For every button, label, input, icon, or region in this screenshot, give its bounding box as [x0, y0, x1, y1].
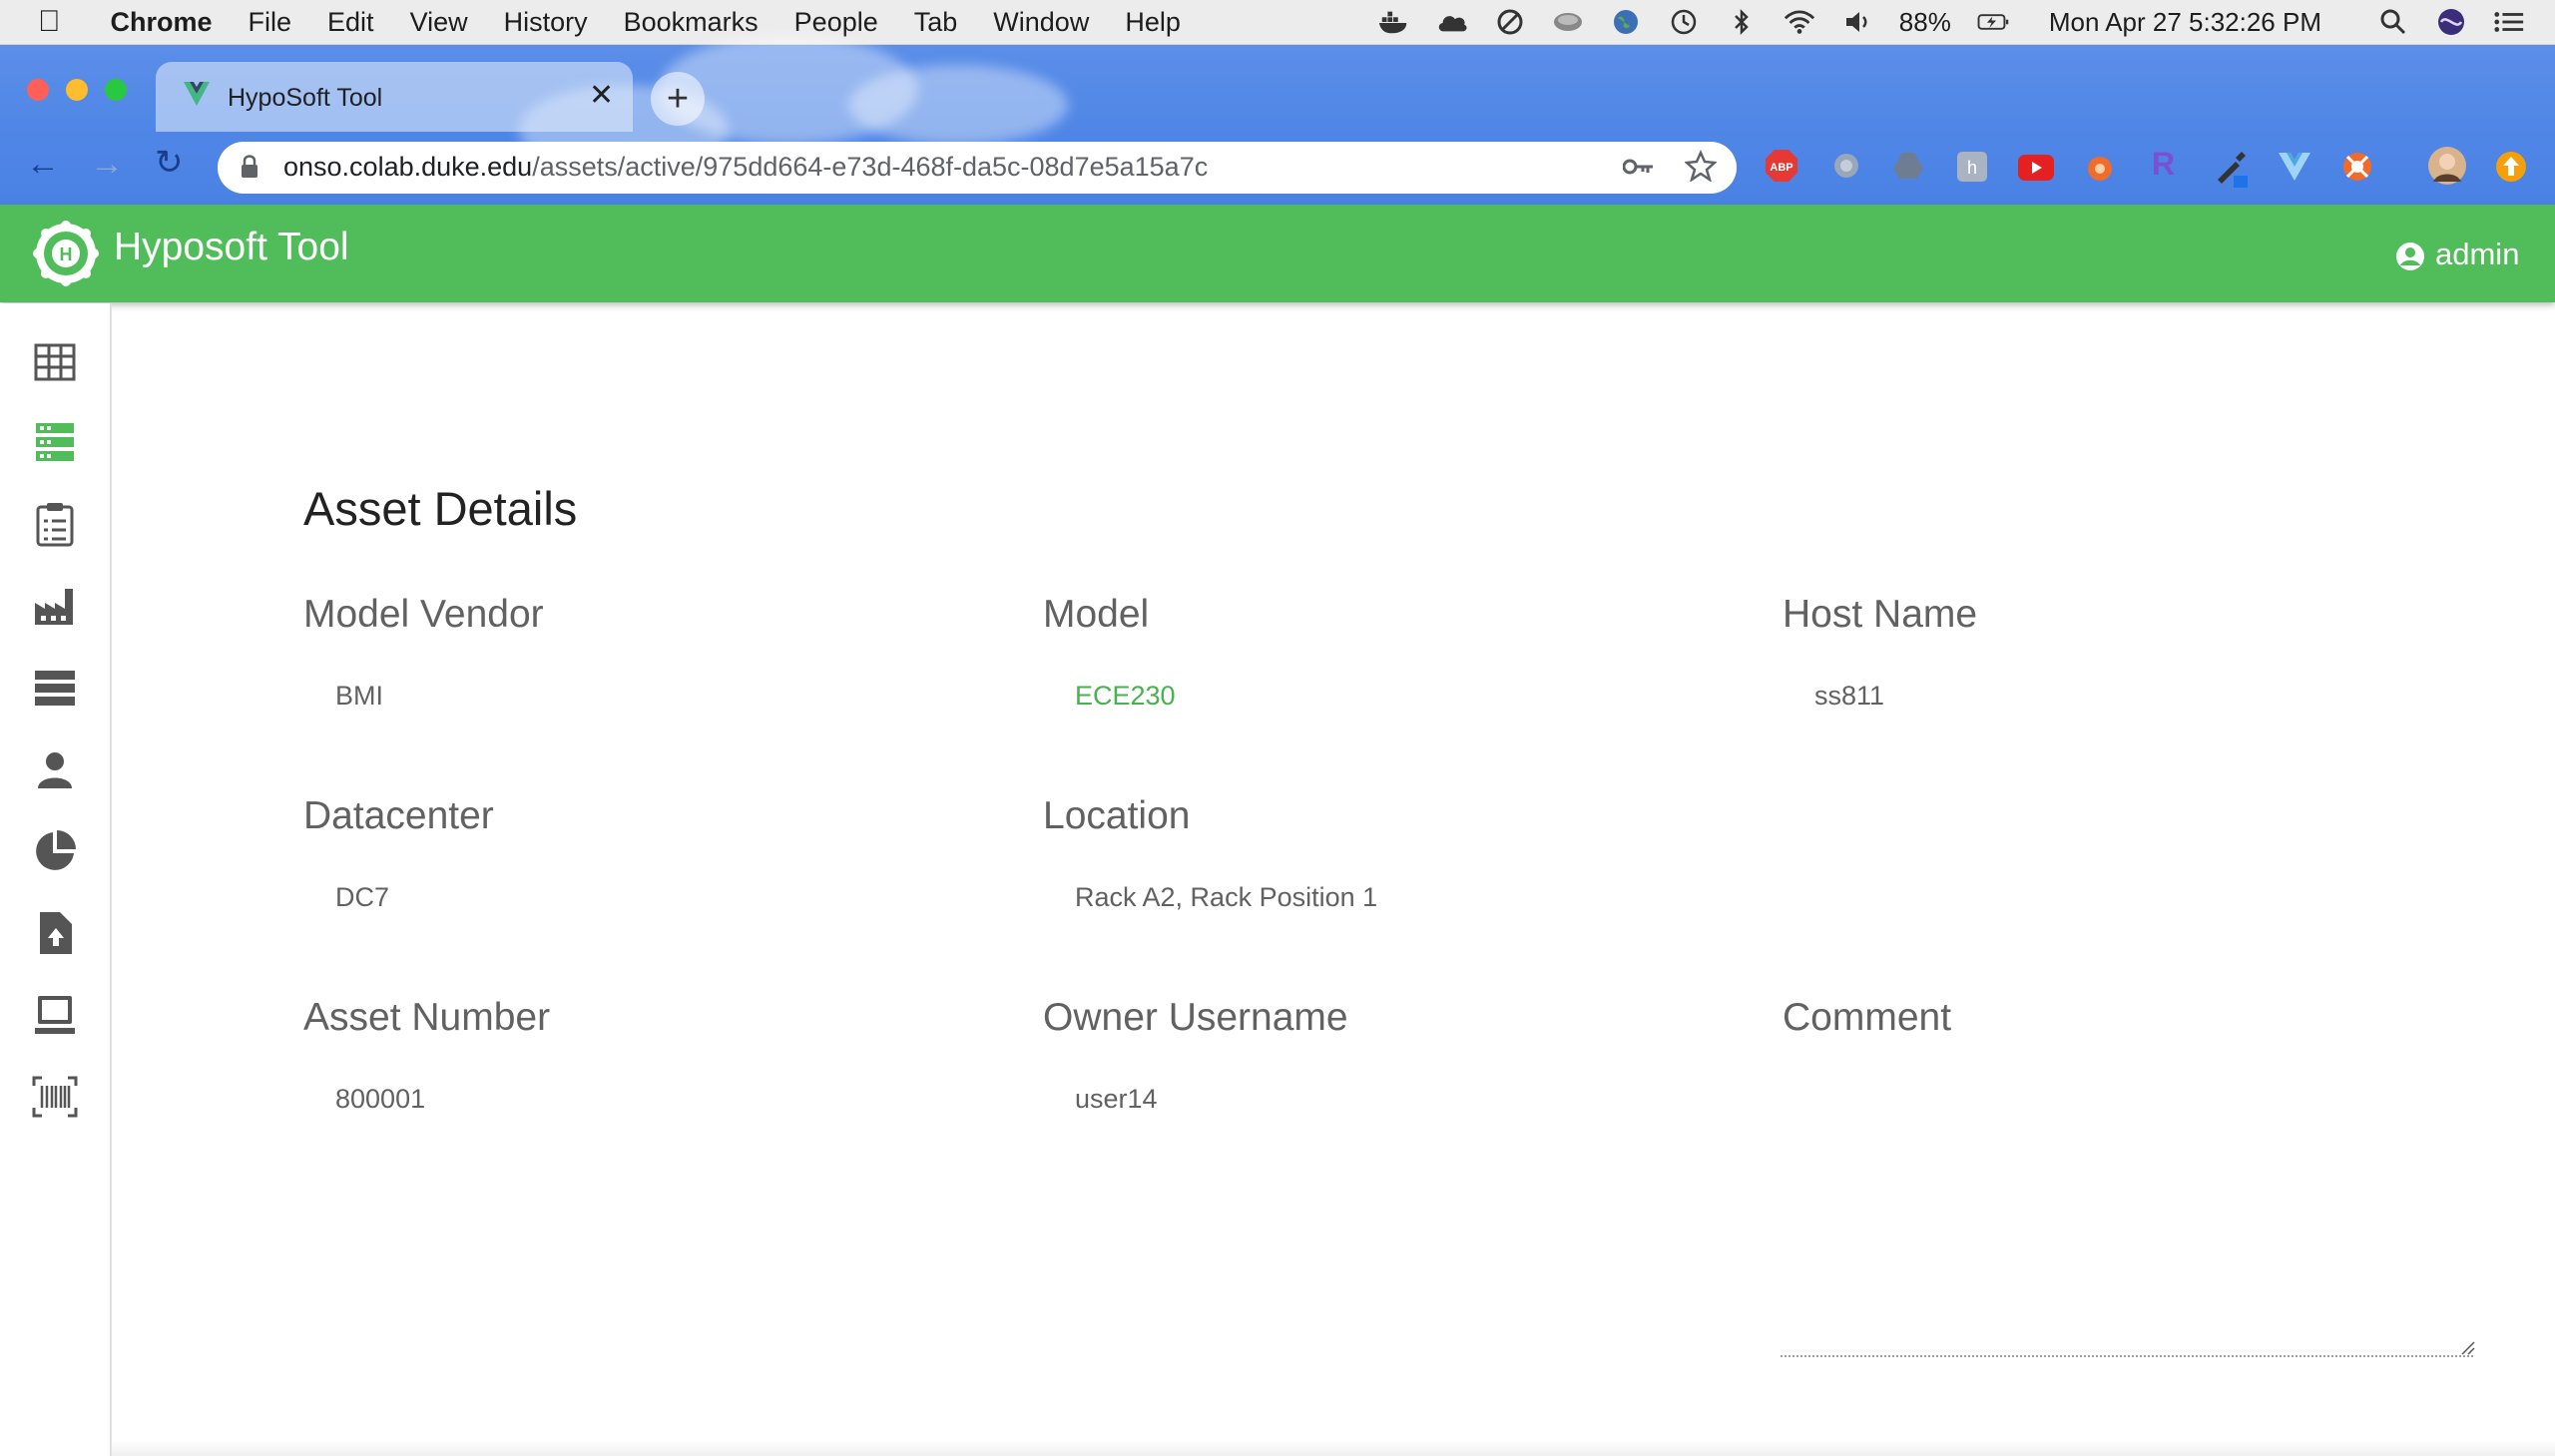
docker-icon[interactable] — [1378, 8, 1410, 36]
app-title[interactable]: Hyposoft Tool — [114, 226, 349, 269]
owner-username-value: user14 — [1075, 1084, 1158, 1114]
status-tray: 88% Mon Apr 27 5:32:26 PM — [1378, 0, 2525, 44]
extension-h-icon[interactable]: h — [1956, 151, 1988, 188]
vue-favicon-icon — [184, 82, 210, 111]
menu-tab[interactable]: Tab — [914, 7, 958, 38]
battery-percent: 88% — [1898, 6, 1951, 37]
host-name-label: Host Name — [1783, 593, 1978, 636]
rack-icon[interactable] — [32, 665, 78, 711]
siri-icon[interactable] — [2435, 8, 2467, 36]
page-bottom-edge — [112, 1439, 2555, 1456]
url-text[interactable]: onso.colab.duke.edu/assets/active/975dd6… — [283, 152, 1208, 183]
comment-label: Comment — [1783, 996, 1952, 1039]
apple-icon[interactable]:  — [38, 5, 61, 39]
cloud-icon[interactable] — [1436, 8, 1468, 36]
spotlight-search-icon[interactable] — [2377, 8, 2409, 36]
profile-avatar[interactable] — [2427, 146, 2467, 191]
bluetooth-icon[interactable] — [1726, 8, 1758, 36]
url-path: /assets/active/975dd664-e73d-468f-da5c-0… — [532, 152, 1209, 182]
svg-text:H: H — [60, 244, 73, 264]
location-label: Location — [1043, 794, 1191, 837]
menu-bookmarks[interactable]: Bookmarks — [624, 7, 759, 38]
model-vendor-label: Model Vendor — [303, 593, 544, 636]
menu-clock[interactable]: Mon Apr 27 5:32:26 PM — [2049, 7, 2321, 38]
menu-edit[interactable]: Edit — [327, 7, 374, 38]
tab-close-icon[interactable]: ✕ — [589, 78, 614, 113]
update-icon[interactable] — [2495, 151, 2527, 188]
person-icon[interactable] — [32, 746, 78, 792]
datacenter-value: DC7 — [335, 882, 390, 912]
file-upload-icon[interactable] — [32, 910, 78, 956]
extension-lifebuoy-icon[interactable] — [2341, 151, 2373, 188]
resize-handle-icon[interactable] — [2459, 1339, 2475, 1360]
menu-window[interactable]: Window — [993, 7, 1089, 38]
menu-app-name[interactable]: Chrome — [111, 7, 213, 38]
menu-history[interactable]: History — [504, 7, 588, 38]
extension-r-icon[interactable]: R — [2152, 146, 2175, 183]
menu-view[interactable]: View — [410, 7, 468, 38]
menu-people[interactable]: People — [794, 7, 878, 38]
volume-icon[interactable] — [1841, 8, 1873, 36]
eyedropper-icon[interactable] — [2214, 150, 2248, 193]
bookmark-star-icon[interactable] — [1684, 149, 1718, 187]
comment-textarea[interactable] — [1781, 1098, 2473, 1357]
youtube-icon[interactable] — [2018, 155, 2054, 186]
table-icon[interactable] — [32, 339, 78, 385]
extension-orange-icon[interactable] — [2084, 151, 2116, 188]
side-nav — [0, 303, 112, 1456]
wifi-icon[interactable] — [1784, 8, 1815, 36]
owner-username-label: Owner Username — [1043, 996, 1348, 1039]
menu-help[interactable]: Help — [1125, 7, 1181, 38]
battery-icon[interactable] — [1977, 8, 2009, 36]
page-title: Asset Details — [303, 482, 578, 535]
svg-text:h: h — [1967, 158, 1977, 178]
notification-center-icon[interactable] — [2493, 8, 2525, 36]
reload-icon[interactable]: ↻ — [155, 143, 184, 183]
lock-icon — [240, 154, 259, 185]
window-zoom-button[interactable] — [105, 79, 127, 101]
tab-title: HypoSoft Tool — [228, 84, 383, 112]
key-icon[interactable] — [1622, 158, 1655, 181]
laptop-icon[interactable] — [32, 992, 78, 1038]
url-host: onso.colab.duke.edu — [283, 152, 533, 182]
asset-number-value: 800001 — [335, 1084, 426, 1114]
barcode-icon[interactable] — [32, 1074, 78, 1120]
assets-icon[interactable] — [32, 419, 78, 465]
time-machine-icon[interactable] — [1668, 8, 1700, 36]
svg-text:ABP: ABP — [1770, 162, 1792, 174]
model-link[interactable]: ECE230 — [1075, 681, 1176, 712]
user-menu[interactable]: admin — [2435, 237, 2519, 272]
model-label: Model — [1043, 593, 1150, 636]
back-icon[interactable]: ← — [26, 145, 60, 184]
menu-file[interactable]: File — [249, 7, 292, 38]
vuetify-icon[interactable] — [2278, 153, 2311, 186]
host-name-value: ss811 — [1814, 681, 1885, 711]
asset-number-label: Asset Number — [303, 996, 551, 1039]
forward-icon[interactable]: → — [90, 145, 124, 184]
datacenter-label: Datacenter — [303, 794, 494, 837]
clipboard-list-icon[interactable] — [32, 501, 78, 547]
window-minimize-button[interactable] — [66, 79, 88, 101]
app-logo-icon[interactable]: H — [30, 218, 102, 294]
globe-icon[interactable] — [1610, 8, 1642, 36]
window-close-button[interactable] — [27, 79, 49, 101]
new-tab-button[interactable]: + — [651, 72, 705, 126]
model-vendor-value: BMI — [335, 681, 384, 711]
account-circle-icon[interactable] — [2395, 242, 2425, 276]
pie-chart-icon[interactable] — [32, 828, 78, 874]
location-value: Rack A2, Rack Position 1 — [1075, 882, 1378, 912]
app-header — [0, 205, 2555, 302]
macos-menu-bar:  Chrome File Edit View History Bookmark… — [0, 0, 2555, 45]
factory-icon[interactable] — [32, 583, 78, 629]
adblock-icon[interactable]: ABP — [1765, 149, 1798, 188]
drive-tray-icon[interactable] — [1552, 8, 1584, 36]
google-drive-icon[interactable] — [1892, 151, 1924, 186]
blocked-icon[interactable] — [1494, 8, 1526, 36]
extension-gray-icon[interactable] — [1830, 151, 1862, 186]
